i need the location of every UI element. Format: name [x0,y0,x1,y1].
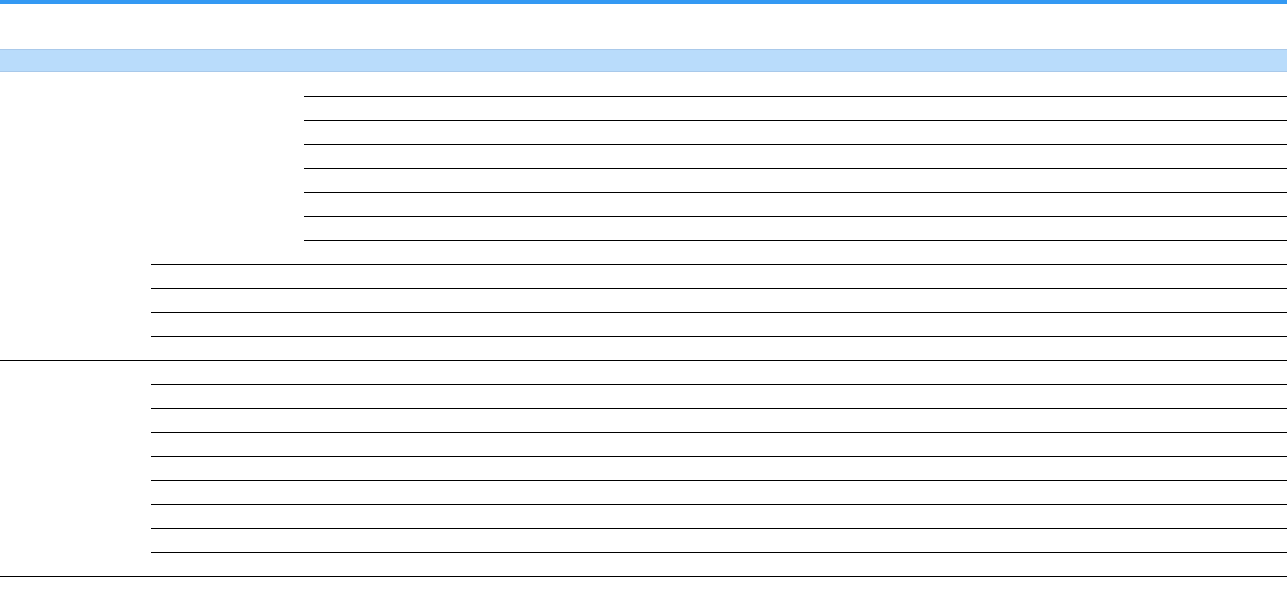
subgroup-divider [151,336,1287,337]
group-divider [0,576,1287,577]
page-title [0,4,1287,49]
row-divider [304,96,1287,97]
subgroup-divider [151,312,1287,313]
row-divider [304,192,1287,193]
subgroup-divider [151,528,1287,529]
subgroup-divider [151,432,1287,433]
subgroup-divider [151,264,1287,265]
subgroup-divider [151,552,1287,553]
subgroup-divider [151,288,1287,289]
row-divider [304,216,1287,217]
subgroup-divider [151,480,1287,481]
subgroup-divider [151,408,1287,409]
subgroup-divider [151,504,1287,505]
row-divider [304,120,1287,121]
page [0,0,1287,599]
row-divider [304,168,1287,169]
row-divider [304,240,1287,241]
subgroup-divider [151,384,1287,385]
table-header-row [0,49,1287,72]
subgroup-divider [151,456,1287,457]
row-divider [304,144,1287,145]
group-divider [0,360,1287,361]
